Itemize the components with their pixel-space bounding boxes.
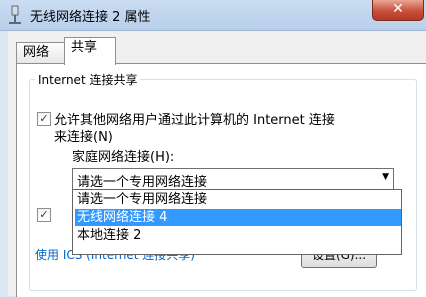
- dropdown-option-wireless-4[interactable]: 无线网络连接 4: [75, 209, 401, 226]
- properties-dialog: 网络 共享 Internet 连接共享 ✓ 允许其他网络用户通过此计算机的 In…: [8, 31, 426, 297]
- home-network-dropdown: 请选一个专用网络连接 无线网络连接 4 本地连接 2: [72, 189, 402, 255]
- close-button[interactable]: ✕: [372, 0, 424, 21]
- dropdown-option-local-2[interactable]: 本地连接 2: [75, 227, 401, 244]
- home-network-select-value: 请选一个专用网络连接: [77, 175, 208, 190]
- ics-group-legend: Internet 连接共享: [35, 71, 141, 88]
- chevron-down-icon[interactable]: ▼: [382, 172, 389, 182]
- home-network-label: 家庭网络连接(H):: [72, 150, 175, 165]
- checkmark-icon: ✓: [39, 208, 49, 221]
- sharing-panel: Internet 连接共享 ✓ 允许其他网络用户通过此计算机的 Internet…: [16, 63, 426, 297]
- title-bar: 无线网络连接 2 属性 ✕: [0, 0, 426, 31]
- second-sharing-checkbox[interactable]: ✓: [37, 208, 51, 222]
- dropdown-option-placeholder[interactable]: 请选一个专用网络连接: [75, 191, 401, 208]
- tab-sharing[interactable]: 共享: [64, 37, 116, 65]
- allow-sharing-checkbox[interactable]: ✓: [37, 112, 51, 126]
- allow-sharing-label-line2: 来连接(N): [54, 130, 113, 145]
- close-icon: ✕: [392, 1, 404, 17]
- checkmark-icon: ✓: [39, 112, 49, 125]
- tab-network[interactable]: 网络: [16, 42, 68, 64]
- home-network-select[interactable]: 请选一个专用网络连接 ▼: [72, 168, 394, 190]
- window-title: 无线网络连接 2 属性: [30, 10, 151, 25]
- network-adapter-icon: [9, 5, 21, 24]
